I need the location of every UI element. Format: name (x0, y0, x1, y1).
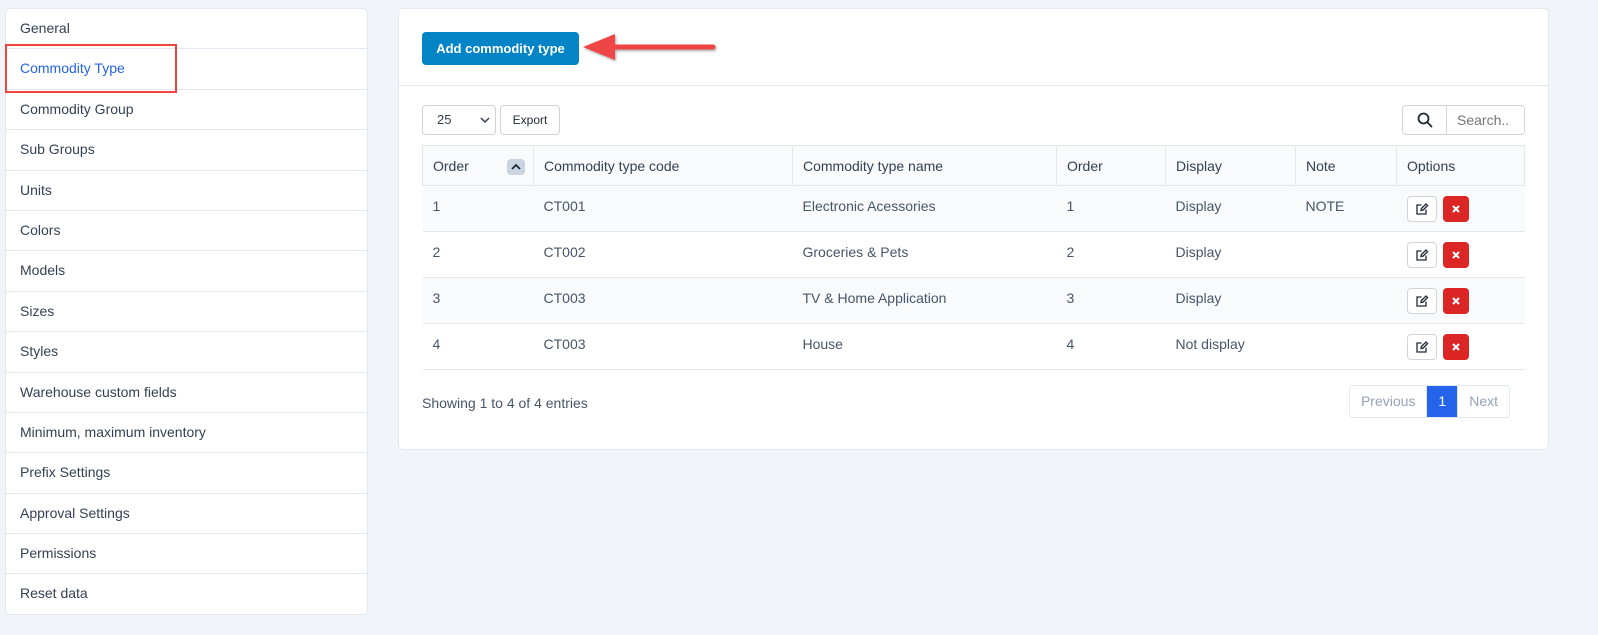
cell-order-2: 2 (1056, 231, 1166, 278)
sidebar-item-reset-data[interactable]: Reset data (6, 574, 367, 614)
column-header-options: Options (1396, 145, 1525, 186)
cell-code: CT002 (533, 231, 793, 278)
cell-options (1396, 231, 1525, 278)
sidebar-item-commodity-type[interactable]: Commodity Type (6, 49, 367, 90)
commodity-type-table: Order Commodity type code Commodity type… (422, 145, 1525, 370)
panel-header: Add commodity type (399, 9, 1548, 86)
cell-code: CT003 (533, 323, 793, 370)
column-header-name[interactable]: Commodity type name (792, 145, 1057, 186)
cell-order: 1 (422, 185, 534, 232)
sidebar-item-units[interactable]: Units (6, 171, 367, 211)
cell-name: Groceries & Pets (792, 231, 1057, 278)
cell-order: 2 (422, 231, 534, 278)
close-icon[interactable] (1442, 334, 1469, 360)
cell-name: Electronic Acessories (792, 185, 1057, 232)
cell-options (1396, 277, 1525, 324)
sidebar-item-approval-settings[interactable]: Approval Settings (6, 494, 367, 535)
settings-sidebar: General Commodity Type Commodity Group S… (5, 8, 368, 615)
sidebar-item-sizes[interactable]: Sizes (6, 292, 367, 333)
column-header-order-2[interactable]: Order (1056, 145, 1166, 186)
close-icon[interactable] (1442, 242, 1469, 268)
search-icon[interactable] (1403, 106, 1447, 134)
column-header-display[interactable]: Display (1165, 145, 1296, 186)
edit-icon[interactable] (1406, 334, 1437, 360)
sidebar-item-warehouse-custom-fields[interactable]: Warehouse custom fields (6, 373, 367, 413)
pagination-previous[interactable]: Previous (1349, 386, 1428, 417)
sidebar-item-models[interactable]: Models (6, 251, 367, 292)
cell-display: Display (1165, 185, 1296, 232)
cell-name: House (792, 323, 1057, 370)
edit-icon[interactable] (1406, 242, 1437, 268)
cell-note (1295, 277, 1397, 324)
close-icon[interactable] (1442, 196, 1469, 222)
cell-options (1396, 185, 1525, 232)
table-row: 3 CT003 TV & Home Application 3 Display (422, 277, 1525, 324)
cell-name: TV & Home Application (792, 277, 1057, 324)
cell-order-2: 4 (1056, 323, 1166, 370)
edit-icon[interactable] (1406, 288, 1437, 314)
main-panel: Add commodity type 25 Export Search.. Or… (398, 8, 1549, 450)
red-arrow-icon (583, 34, 716, 60)
search-input[interactable] (1447, 106, 1524, 134)
cell-note (1295, 323, 1397, 370)
sidebar-item-min-max-inventory[interactable]: Minimum, maximum inventory (6, 413, 367, 454)
close-icon[interactable] (1442, 288, 1469, 314)
page-length-value: 25 (437, 112, 452, 127)
cell-note: NOTE (1295, 185, 1397, 232)
pagination: Previous 1 Next (1348, 385, 1510, 418)
cell-order-2: 1 (1056, 185, 1166, 232)
sidebar-item-permissions[interactable]: Permissions (6, 534, 367, 575)
edit-icon[interactable] (1406, 196, 1437, 222)
table-row: 2 CT002 Groceries & Pets 2 Display (422, 231, 1525, 278)
sidebar-item-sub-groups[interactable]: Sub Groups (6, 130, 367, 171)
chevron-down-icon (480, 106, 490, 145)
table-row: 1 CT001 Electronic Acessories 1 Display … (422, 185, 1525, 232)
cell-order-2: 3 (1056, 277, 1166, 324)
table-info: Showing 1 to 4 of 4 entries (422, 395, 588, 411)
chevron-up-icon[interactable] (507, 159, 525, 175)
sidebar-item-prefix-settings[interactable]: Prefix Settings (6, 453, 367, 494)
pagination-next[interactable]: Next (1457, 386, 1509, 417)
cell-display: Not display (1165, 323, 1296, 370)
cell-order: 4 (422, 323, 534, 370)
cell-display: Display (1165, 277, 1296, 324)
sidebar-item-general[interactable]: General (6, 9, 367, 50)
cell-code: CT001 (533, 185, 793, 232)
cell-code: CT003 (533, 277, 793, 324)
sidebar-item-colors[interactable]: Colors (6, 211, 367, 252)
cell-note (1295, 231, 1397, 278)
sidebar-item-styles[interactable]: Styles (6, 332, 367, 373)
cell-display: Display (1165, 231, 1296, 278)
table-toolbar: 25 Export (422, 105, 1525, 135)
column-header-order[interactable]: Order (422, 145, 534, 186)
export-button[interactable]: Export (500, 105, 560, 135)
cell-order: 3 (422, 277, 534, 324)
search-box (1402, 105, 1525, 135)
cell-options (1396, 323, 1525, 370)
column-header-note[interactable]: Note (1295, 145, 1397, 186)
add-commodity-type-button[interactable]: Add commodity type (422, 32, 579, 65)
page-length-select[interactable]: 25 (422, 105, 496, 135)
pagination-page-current[interactable]: 1 (1427, 386, 1458, 417)
sidebar-item-commodity-group[interactable]: Commodity Group (6, 90, 367, 131)
column-header-code[interactable]: Commodity type code (533, 145, 793, 186)
table-header-row: Order Commodity type code Commodity type… (422, 145, 1525, 186)
table-row: 4 CT003 House 4 Not display (422, 323, 1525, 370)
